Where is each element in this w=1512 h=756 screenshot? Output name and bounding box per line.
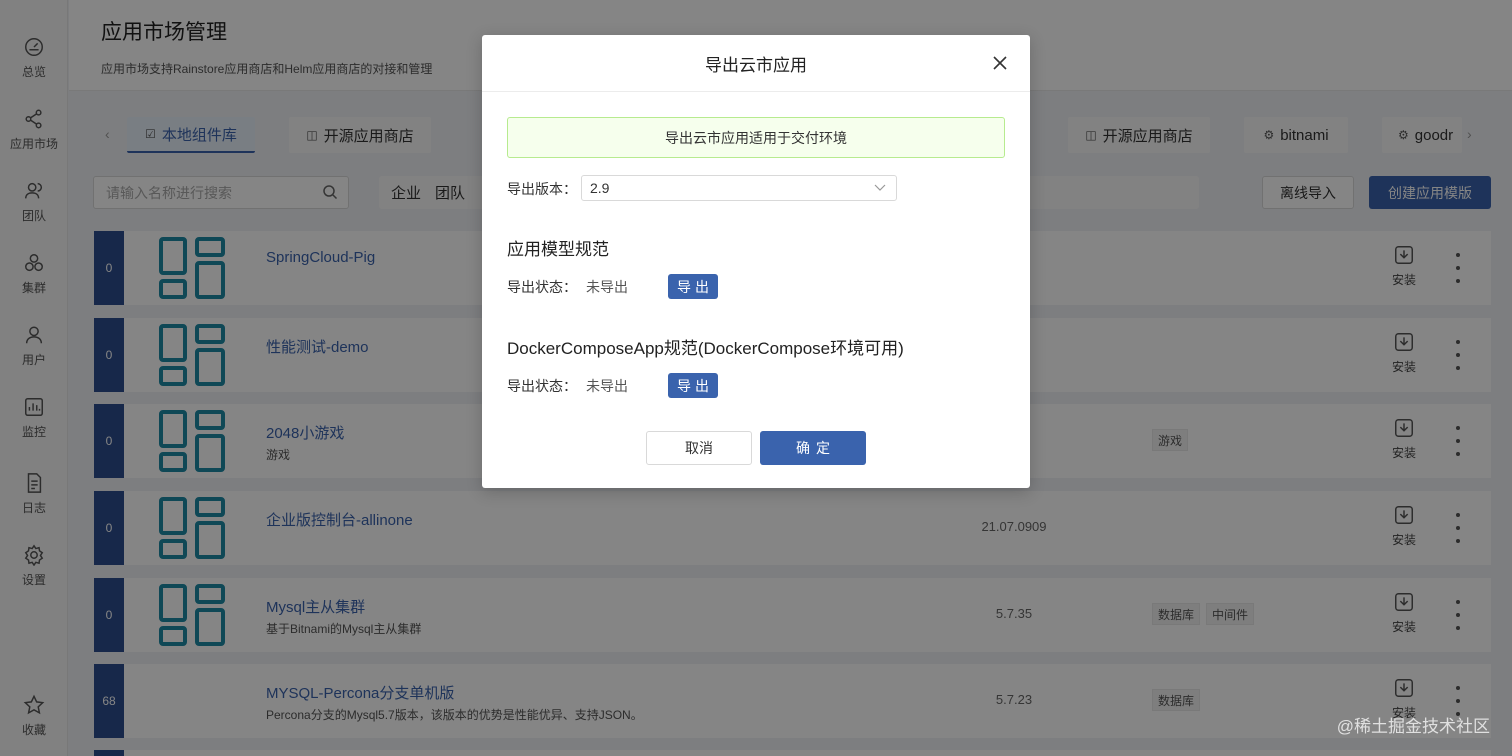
version-select[interactable]: 2.9	[581, 175, 897, 201]
watermark: @稀土掘金技术社区	[1336, 717, 1490, 736]
export-docker-compose-button[interactable]: 导出	[668, 373, 718, 398]
cancel-button[interactable]: 取消	[646, 431, 752, 465]
confirm-button[interactable]: 确定	[760, 431, 866, 465]
export-dialog: 导出云市应用 导出云市应用适用于交付环境 导出版本： 2.9 应用模型规范 导出…	[482, 35, 1030, 488]
status-value: 未导出	[586, 279, 628, 295]
export-app-model-button[interactable]: 导出	[668, 274, 718, 299]
section-title-docker-compose: DockerComposeApp规范(DockerCompose环境可用)	[507, 339, 904, 358]
status-label: 导出状态：	[507, 279, 577, 295]
info-alert: 导出云市应用适用于交付环境	[507, 117, 1005, 158]
status-label: 导出状态：	[507, 378, 577, 394]
status-value: 未导出	[586, 378, 628, 394]
close-icon[interactable]	[990, 53, 1010, 73]
dialog-header: 导出云市应用	[482, 35, 1030, 92]
chevron-down-icon	[874, 184, 886, 191]
version-label: 导出版本：	[507, 181, 577, 197]
dialog-title: 导出云市应用	[705, 55, 807, 75]
section-title-app-model: 应用模型规范	[507, 240, 609, 259]
